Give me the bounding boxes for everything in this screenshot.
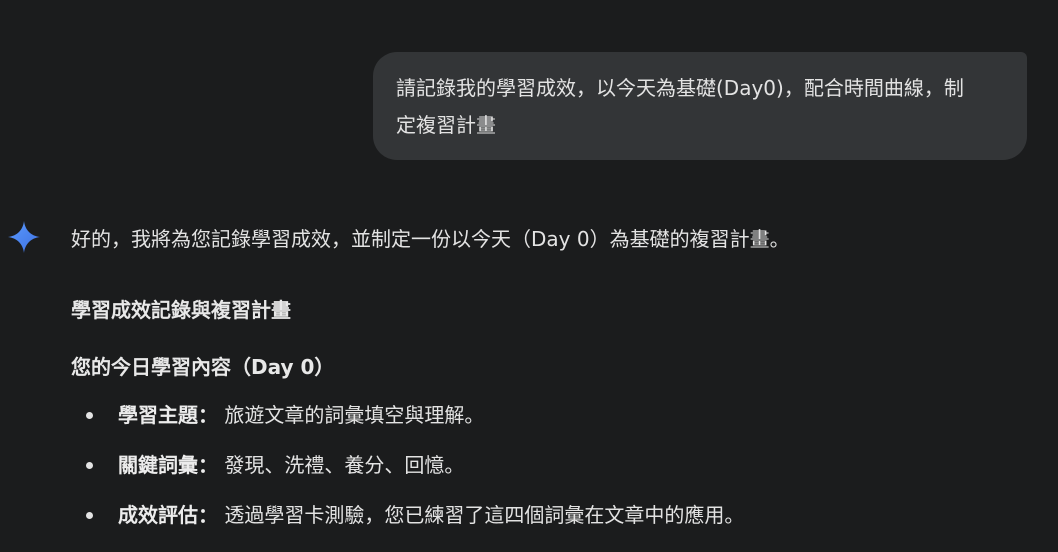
list-item: 成效評估： 透過學習卡測驗，您已練習了這四個詞彙在文章中的應用。 [71, 498, 744, 548]
chat-conversation: 請記錄我的學習成效，以今天為基礎(Day0)，配合時間曲線，制 定複習計畫 好的… [0, 0, 1058, 552]
list-item-term: 學習主題： [118, 403, 218, 427]
list-item-term: 關鍵詞彙： [118, 453, 218, 477]
section-heading: 學習成效記錄與複習計畫 [71, 298, 291, 322]
subsection-heading: 您的今日學習內容（Day 0） [71, 355, 335, 379]
list-item-text: 透過學習卡測驗，您已練習了這四個詞彙在文章中的應用。 [218, 503, 745, 527]
list-item-text: 發現、洗禮、養分、回憶。 [218, 453, 465, 477]
list-item-term: 成效評估： [118, 503, 218, 527]
gemini-sparkle-icon [6, 219, 42, 255]
list-item: 學習主題： 旅遊文章的詞彙填空與理解。 [71, 398, 744, 448]
list-item-text: 旅遊文章的詞彙填空與理解。 [218, 403, 485, 427]
content-bullet-list: 學習主題： 旅遊文章的詞彙填空與理解。 關鍵詞彙： 發現、洗禮、養分、回憶。 成… [71, 398, 744, 548]
user-message-line: 定複習計畫 [396, 113, 496, 137]
bullet-dot-icon [86, 512, 93, 519]
user-message-line: 請記錄我的學習成效，以今天為基礎(Day0)，配合時間曲線，制 [396, 76, 964, 100]
list-item: 關鍵詞彙： 發現、洗禮、養分、回憶。 [71, 448, 744, 498]
bullet-dot-icon [86, 412, 93, 419]
bullet-dot-icon [86, 462, 93, 469]
response-intro: 好的，我將為您記錄學習成效，並制定一份以今天（Day 0）為基礎的複習計畫。 [71, 227, 790, 251]
user-message-bubble: 請記錄我的學習成效，以今天為基礎(Day0)，配合時間曲線，制 定複習計畫 [373, 52, 1027, 160]
